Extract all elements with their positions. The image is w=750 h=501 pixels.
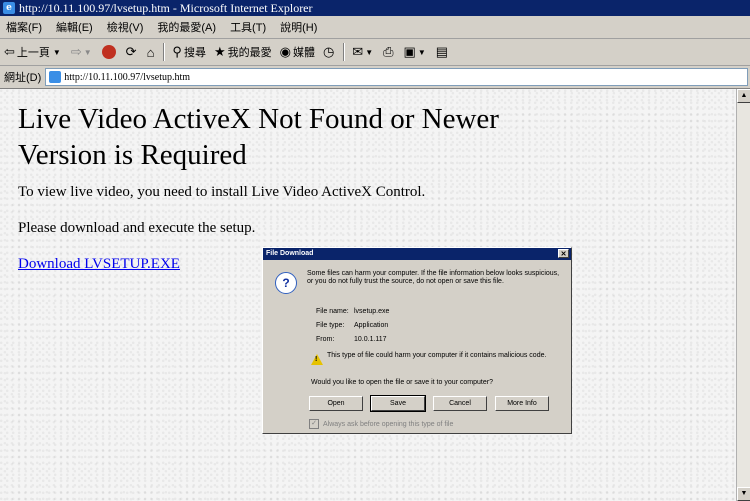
history-icon: ◷ [322, 44, 335, 59]
address-label: 網址(D) [4, 72, 42, 84]
file-name-value: lvsetup.exe [354, 308, 390, 315]
toolbar-separator [343, 43, 346, 61]
menu-help[interactable]: 說明(H) [274, 19, 325, 35]
media-button[interactable]: ◉ 媒體 [276, 41, 319, 63]
instruction-text: To view live video, you need to install … [18, 184, 426, 200]
file-type-value: Application [354, 322, 389, 329]
file-name-row: File name: lvsetup.exe [316, 308, 516, 315]
refresh-button[interactable]: ⟳ [122, 41, 143, 63]
close-icon[interactable]: ✕ [558, 249, 569, 258]
question-icon: ? [275, 272, 297, 294]
media-icon: ◉ [279, 44, 291, 59]
toolbar: ⇦ 上一頁 ▼ ⇨ ▼ ⟳ ⌂ ⚲ 搜尋 ★ 我的最愛 ◉ 媒體 ◷ ✉ ▼ ⎙… [0, 39, 750, 66]
print-icon: ⎙ [383, 44, 394, 59]
history-button[interactable]: ◷ [319, 41, 340, 63]
page-heading: Live Video ActiveX Not Found or Newer Ve… [18, 103, 499, 171]
warning-exclamation-icon: ! [315, 356, 318, 363]
window-title: http://10.11.100.97/lvsetup.htm - Micros… [19, 1, 313, 15]
toolbar-separator [163, 43, 166, 61]
stop-icon [101, 45, 116, 59]
download-instruction-text: Please download and execute the setup. [18, 220, 256, 236]
menu-file[interactable]: 檔案(F) [0, 19, 50, 35]
dropdown-arrow-icon: ▼ [52, 47, 61, 57]
more-info-button[interactable]: More Info [495, 396, 549, 411]
favorites-icon: ★ [213, 44, 226, 59]
file-type-row: File type: Application [316, 322, 516, 329]
download-link[interactable]: Download LVSETUP.EXE [18, 256, 180, 273]
refresh-icon: ⟳ [125, 44, 137, 59]
menu-tools[interactable]: 工具(T) [224, 19, 274, 35]
discuss-button[interactable]: ▤ [432, 41, 454, 63]
print-button[interactable]: ⎙ [379, 41, 399, 63]
address-bar: 網址(D) http://10.11.100.97/lvsetup.htm [0, 66, 750, 89]
from-label: From: [316, 336, 335, 343]
menu-edit[interactable]: 編輯(E) [50, 19, 101, 35]
file-name-label: File name: [316, 308, 349, 315]
search-button[interactable]: ⚲ 搜尋 [168, 41, 210, 63]
forward-button[interactable]: ⇨ ▼ [67, 41, 98, 63]
ie-logo-icon: e [3, 2, 15, 14]
back-label: 上一頁 [16, 47, 50, 59]
cancel-button[interactable]: Cancel [433, 396, 487, 411]
scroll-up-icon[interactable]: ▲ [737, 89, 750, 103]
save-button[interactable]: Save [370, 395, 426, 412]
stop-button[interactable] [98, 41, 122, 63]
vertical-scrollbar[interactable]: ▲ ▼ [736, 89, 750, 501]
dropdown-arrow-icon: ▼ [83, 47, 92, 57]
always-ask-checkbox-row: ✓ Always ask before opening this type of… [309, 419, 453, 429]
file-download-dialog: File Download ✕ ? Some files can harm yo… [262, 247, 572, 434]
favorites-button[interactable]: ★ 我的最愛 [210, 41, 276, 63]
forward-arrow-icon: ⇨ [70, 44, 82, 59]
back-arrow-icon: ⇦ [4, 44, 15, 59]
dialog-question: Would you like to open the file or save … [311, 379, 493, 386]
dialog-buttons: Open Save Cancel More Info [309, 395, 549, 412]
media-label: 媒體 [292, 47, 315, 59]
menu-view[interactable]: 檢視(V) [101, 19, 152, 35]
dropdown-arrow-icon: ▼ [365, 47, 374, 57]
dialog-title: File Download [266, 250, 314, 257]
from-row: From: 10.0.1.117 [316, 336, 516, 343]
search-label: 搜尋 [183, 47, 206, 59]
page-icon [49, 71, 62, 83]
home-icon: ⌂ [146, 44, 155, 60]
dialog-warning-text: Some files can harm your computer. If th… [307, 270, 560, 285]
always-ask-label: Always ask before opening this type of f… [323, 420, 454, 428]
menu-favorites[interactable]: 我的最愛(A) [151, 19, 224, 35]
address-url: http://10.11.100.97/lvsetup.htm [64, 71, 191, 83]
edit-button[interactable]: ▣ ▼ [400, 41, 432, 63]
window-titlebar: e http://10.11.100.97/lvsetup.htm - Micr… [0, 0, 750, 16]
favorites-label: 我的最愛 [227, 47, 272, 59]
harm-warning-text: This type of file could harm your comput… [327, 352, 547, 359]
open-button[interactable]: Open [309, 396, 363, 411]
mail-icon: ✉ [352, 44, 364, 59]
dialog-titlebar[interactable]: File Download ✕ [263, 248, 571, 260]
address-input[interactable]: http://10.11.100.97/lvsetup.htm [45, 68, 748, 86]
home-button[interactable]: ⌂ [143, 41, 161, 63]
back-button[interactable]: ⇦ 上一頁 ▼ [0, 41, 67, 63]
mail-button[interactable]: ✉ ▼ [348, 41, 379, 63]
discuss-icon: ▤ [435, 44, 449, 59]
from-value: 10.0.1.117 [354, 336, 387, 343]
search-icon: ⚲ [172, 44, 182, 59]
always-ask-checkbox[interactable]: ✓ [309, 419, 319, 429]
edit-icon: ▣ [403, 44, 416, 59]
scroll-down-icon[interactable]: ▼ [737, 487, 750, 501]
dropdown-arrow-icon: ▼ [417, 47, 426, 57]
file-type-label: File type: [316, 322, 345, 329]
menu-bar: 檔案(F) 編輯(E) 檢視(V) 我的最愛(A) 工具(T) 說明(H) [0, 16, 750, 39]
